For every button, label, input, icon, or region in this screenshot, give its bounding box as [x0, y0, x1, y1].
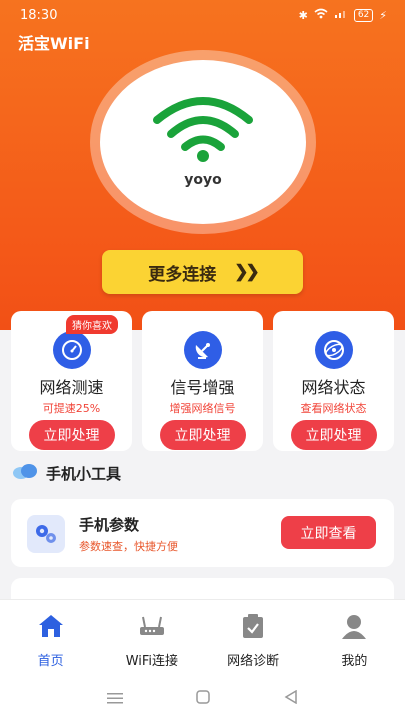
tab-label: WiFi连接	[125, 654, 179, 669]
card-network-status[interactable]: 网络状态 查看网络状态 立即处理	[273, 311, 394, 451]
user-icon	[340, 612, 368, 640]
network-status-action-button[interactable]: 立即处理	[290, 420, 377, 450]
menu-icon[interactable]	[106, 689, 123, 708]
card-subtitle: 可提速25%	[42, 402, 101, 415]
speed-test-action-button[interactable]: 立即处理	[28, 420, 115, 450]
home-icon	[37, 612, 65, 640]
signal-boost-action-button[interactable]: 立即处理	[159, 420, 246, 450]
card-title: 网络测速	[39, 378, 104, 397]
system-navigation-bar	[0, 677, 405, 720]
ssid-label: yoyo	[184, 172, 222, 188]
card-title: 信号增强	[170, 378, 235, 397]
tab-mine[interactable]: 我的	[304, 600, 405, 677]
tool-title: 手机参数	[79, 516, 140, 534]
tool-subtitle: 参数速查，快捷方便	[79, 540, 178, 553]
home-square-icon[interactable]	[196, 689, 211, 708]
card-title: 网络状态	[301, 378, 366, 397]
router-icon	[137, 612, 167, 640]
more-connections-label: 更多连接	[148, 264, 217, 284]
tools-section-heading: 手机小工具	[12, 462, 121, 484]
gears-icon	[27, 515, 65, 553]
back-triangle-icon[interactable]	[284, 689, 298, 708]
tools-heading-label: 手机小工具	[46, 464, 122, 483]
satellite-dish-icon	[183, 331, 222, 369]
recommend-badge: 猜你喜欢	[66, 315, 118, 334]
card-signal-boost[interactable]: 信号增强 增强网络信号 立即处理	[142, 311, 263, 451]
tab-network-diagnosis[interactable]: 网络诊断	[203, 600, 304, 677]
wifi-status-icon	[314, 8, 328, 22]
wifi-icon	[153, 96, 253, 166]
bluetooth-icon: ✱	[298, 8, 308, 22]
app-title: 活宝WiFi	[18, 34, 90, 53]
speedometer-icon	[52, 331, 91, 369]
tab-label: 我的	[341, 654, 368, 669]
tab-wifi-connect[interactable]: WiFi连接	[101, 600, 202, 677]
cloud-icon	[12, 462, 38, 484]
tab-label: 首页	[37, 654, 64, 669]
charging-icon: ⚡	[379, 8, 387, 22]
view-now-button[interactable]: 立即查看	[281, 516, 376, 549]
more-connections-button[interactable]: 更多连接 ❯❯	[102, 250, 303, 294]
globe-icon	[314, 331, 353, 369]
tab-home[interactable]: 首页	[0, 600, 101, 677]
clipboard-check-icon	[241, 612, 265, 640]
feature-cards: 网络测速 可提速25% 立即处理 猜你喜欢 信号增强 增强网络信号 立即处理 网…	[11, 311, 394, 451]
signal-icon	[334, 8, 348, 22]
tool-phone-params[interactable]: 手机参数 参数速查，快捷方便 立即查看	[11, 499, 394, 567]
card-subtitle: 增强网络信号	[169, 402, 236, 415]
connection-status-circle[interactable]: yoyo	[100, 60, 306, 224]
battery-icon: 62	[353, 8, 374, 22]
bottom-tab-bar: 首页 WiFi连接 网络诊断 我的	[0, 599, 405, 677]
status-bar: 18:30 ✱ 62 ⚡	[0, 0, 405, 30]
double-chevron-right-icon: ❯❯	[234, 262, 259, 281]
card-subtitle: 查看网络状态	[300, 402, 367, 415]
status-time: 18:30	[20, 7, 58, 23]
tab-label: 网络诊断	[227, 654, 280, 669]
